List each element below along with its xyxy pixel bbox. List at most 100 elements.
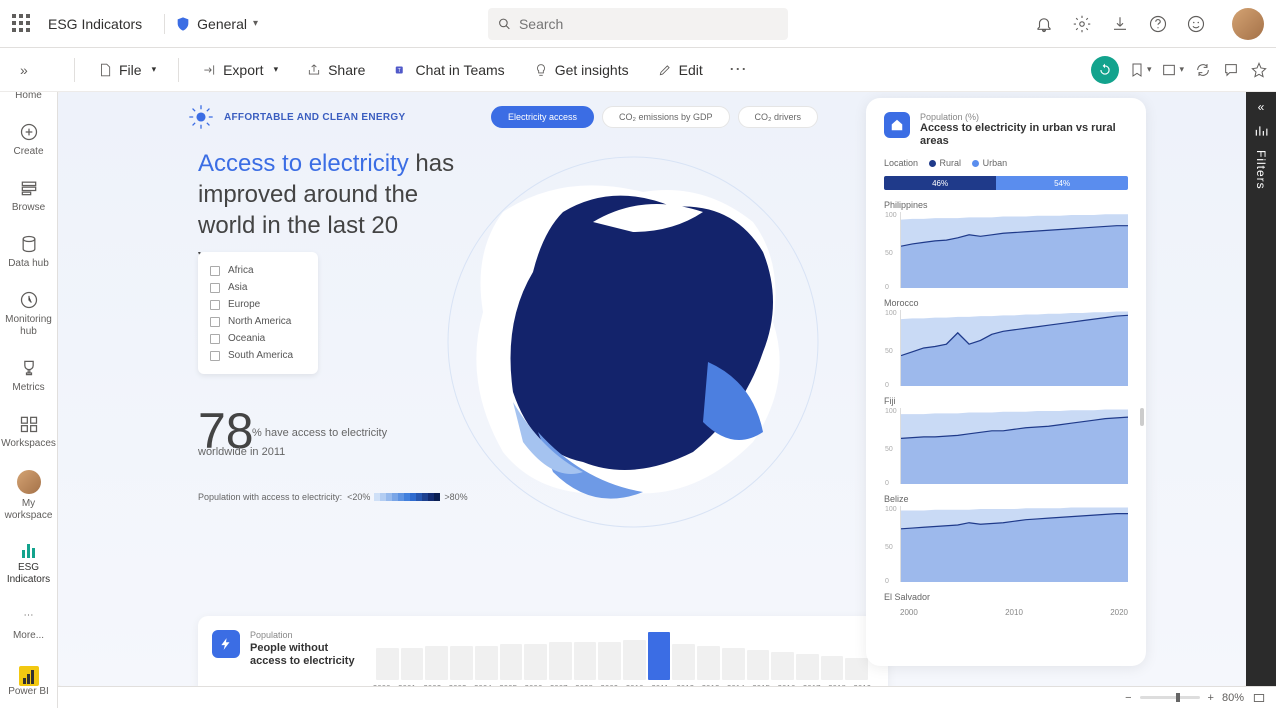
- notifications-icon[interactable]: [1034, 14, 1054, 34]
- globe-map[interactable]: [443, 152, 823, 532]
- teams-icon: T: [393, 62, 409, 78]
- view-button[interactable]: ▾: [1161, 62, 1184, 78]
- filters-pane[interactable]: « Filters: [1246, 92, 1276, 686]
- zoom-in-button[interactable]: +: [1208, 692, 1214, 704]
- nav-workspaces[interactable]: Workspaces: [0, 404, 57, 460]
- collapse-filters-icon[interactable]: «: [1258, 100, 1265, 114]
- chat-teams-button[interactable]: TChat in Teams: [383, 56, 514, 84]
- filter-africa[interactable]: Africa: [210, 262, 306, 279]
- timeline-sup: Population: [250, 630, 360, 640]
- mini-chart[interactable]: Belize100500: [884, 494, 1128, 582]
- timeline-bar[interactable]: [623, 640, 646, 680]
- filter-north-america[interactable]: North America: [210, 313, 306, 330]
- rural-segment: 46%: [884, 176, 996, 190]
- nav-monitoring[interactable]: Monitoring hub: [0, 280, 57, 348]
- pill-co2-drivers[interactable]: CO₂ drivers: [738, 106, 819, 128]
- export-button[interactable]: Export▾: [191, 56, 288, 84]
- timeline-bar[interactable]: [722, 648, 745, 680]
- timeline-bar[interactable]: [376, 648, 399, 680]
- refresh-icon[interactable]: [1194, 61, 1212, 79]
- favorite-star-icon[interactable]: [1250, 61, 1268, 79]
- app-launcher-icon[interactable]: [12, 14, 32, 34]
- share-button[interactable]: Share: [296, 56, 375, 84]
- timeline-bar[interactable]: [425, 646, 448, 680]
- timeline-bar[interactable]: [450, 646, 473, 680]
- trophy-icon: [19, 358, 39, 378]
- timeline-bar[interactable]: [549, 642, 572, 680]
- edit-button[interactable]: Edit: [647, 56, 713, 84]
- filter-oceania[interactable]: Oceania: [210, 330, 306, 347]
- ellipsis-icon: ⋯: [19, 606, 39, 626]
- mini-chart[interactable]: Philippines100500: [884, 200, 1128, 288]
- nav-powerbi[interactable]: Power BI: [0, 656, 57, 708]
- timeline-bar[interactable]: [500, 644, 523, 680]
- map-legend: Population with access to electricity: <…: [198, 492, 468, 502]
- nav-browse[interactable]: Browse: [0, 168, 57, 224]
- timeline-bar[interactable]: [845, 658, 868, 680]
- bookmark-button[interactable]: ▾: [1129, 62, 1152, 78]
- more-commands-icon[interactable]: ⋯: [721, 55, 755, 84]
- zoom-slider[interactable]: [1140, 696, 1200, 699]
- timeline-bar[interactable]: [574, 642, 597, 680]
- timeline-bar[interactable]: [598, 642, 621, 680]
- pill-co2-gdp[interactable]: CO₂ emissions by GDP: [602, 106, 730, 128]
- timeline-bar[interactable]: [821, 656, 844, 680]
- filter-south-america[interactable]: South America: [210, 347, 306, 364]
- nav-more[interactable]: ⋯More...: [0, 596, 57, 652]
- share-icon: [306, 62, 322, 78]
- timeline-title: People without access to electricity: [250, 642, 360, 668]
- fit-page-icon[interactable]: [1252, 691, 1266, 705]
- nav-esg[interactable]: ESG Indicators: [0, 532, 57, 596]
- comment-icon[interactable]: [1222, 61, 1240, 79]
- scrollbar-thumb[interactable]: [1140, 408, 1144, 426]
- timeline-bar[interactable]: [747, 650, 770, 680]
- report-canvas: AFFORTABLE AND CLEAN ENERGY Electricity …: [58, 92, 1246, 686]
- side-sup: Population (%): [920, 112, 1128, 122]
- timeline-card: Population People without access to elec…: [198, 616, 888, 686]
- nav-metrics[interactable]: Metrics: [0, 348, 57, 404]
- nav-datahub[interactable]: Data hub: [0, 224, 57, 280]
- chart-mini-icon[interactable]: [1254, 124, 1268, 138]
- timeline-bar[interactable]: [648, 632, 671, 680]
- timeline-bar[interactable]: [524, 644, 547, 680]
- filter-asia[interactable]: Asia: [210, 279, 306, 296]
- timeline-bar[interactable]: [475, 646, 498, 680]
- zoom-value: 80%: [1222, 692, 1244, 704]
- help-icon[interactable]: [1148, 14, 1168, 34]
- workspace-name: General: [197, 16, 247, 32]
- side-panel: Population (%) Access to electricity in …: [866, 98, 1146, 666]
- region-filter[interactable]: Africa Asia Europe North America Oceania…: [198, 252, 318, 374]
- feedback-smile-icon[interactable]: [1186, 14, 1206, 34]
- bookmark-icon: [1129, 62, 1145, 78]
- expand-nav-icon[interactable]: »: [12, 58, 36, 82]
- mini-chart[interactable]: Fiji100500: [884, 396, 1128, 484]
- left-nav: Home Create Browse Data hub Monitoring h…: [0, 48, 58, 708]
- insights-button[interactable]: Get insights: [523, 56, 639, 84]
- timeline-bar[interactable]: [672, 644, 695, 680]
- file-menu[interactable]: File▾: [87, 56, 166, 84]
- download-icon[interactable]: [1110, 14, 1130, 34]
- nav-myworkspace[interactable]: My workspace: [0, 460, 57, 532]
- side-xaxis: 2000 2010 2020: [900, 608, 1128, 617]
- settings-gear-icon[interactable]: [1072, 14, 1092, 34]
- timeline-bar[interactable]: [401, 648, 424, 680]
- pill-electricity-access[interactable]: Electricity access: [491, 106, 594, 128]
- timeline-bar[interactable]: [771, 652, 794, 680]
- zoom-handle[interactable]: [1176, 693, 1180, 702]
- workspace-selector[interactable]: General ▾: [197, 16, 258, 32]
- search-input[interactable]: [519, 16, 778, 32]
- mini-chart-label: El Salvador: [884, 592, 1128, 602]
- timeline-bar[interactable]: [697, 646, 720, 680]
- mini-chart[interactable]: Morocco100500: [884, 298, 1128, 386]
- zoom-out-button[interactable]: −: [1125, 692, 1131, 704]
- rural-urban-bar[interactable]: 46% 54%: [884, 176, 1128, 190]
- user-avatar[interactable]: [1232, 8, 1264, 40]
- search-box[interactable]: [488, 8, 788, 40]
- timeline-bar[interactable]: [796, 654, 819, 680]
- reset-button[interactable]: [1091, 56, 1119, 84]
- urban-swatch-icon: [972, 160, 979, 167]
- filter-europe[interactable]: Europe: [210, 296, 306, 313]
- chevron-down-icon: ▾: [274, 64, 279, 75]
- timeline-bars[interactable]: 2000200120022003200420052006200720082009…: [370, 630, 874, 686]
- nav-create[interactable]: Create: [0, 112, 57, 168]
